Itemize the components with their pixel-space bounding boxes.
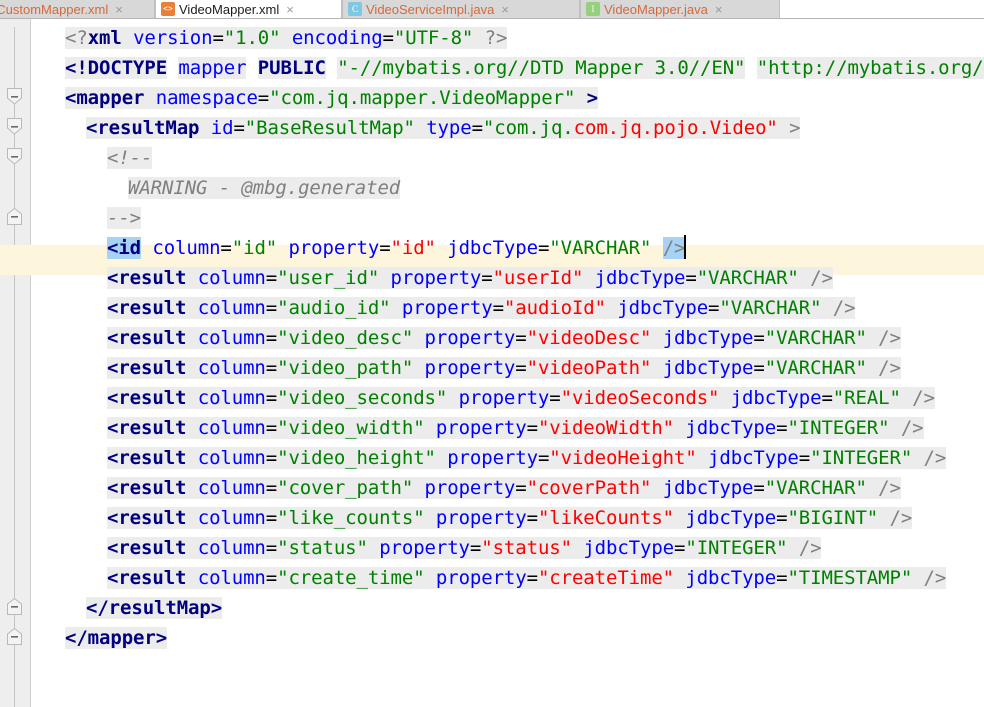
code-line[interactable]: <result column="status" property="status… <box>107 533 822 563</box>
tab-close-icon[interactable]: × <box>286 3 294 16</box>
code-token-group: <result column="video_seconds" property=… <box>107 387 935 409</box>
code-line[interactable]: <!DOCTYPE mapper PUBLIC "-//mybatis.org/… <box>65 53 984 83</box>
code-line[interactable]: <resultMap id="BaseResultMap" type="com.… <box>86 113 801 143</box>
code-token-group: PUBLIC <box>257 57 326 79</box>
code-token-group: <result column="status" property="status… <box>107 537 822 559</box>
code-line[interactable]: --> <box>107 203 141 233</box>
code-token-group: <mapper namespace="com.jq.mapper.VideoMa… <box>65 87 598 109</box>
code-token-group: <!DOCTYPE <box>65 57 168 79</box>
code-token-group: <result column="video_height" property="… <box>107 447 947 469</box>
code-token-group: "-//mybatis.org//DTD Mapper 3.0//EN" <box>337 57 746 79</box>
code-line[interactable]: <mapper namespace="com.jq.mapper.VideoMa… <box>65 83 598 113</box>
code-line[interactable]: <result column="create_time" property="c… <box>107 563 946 593</box>
editor-tab-3[interactable]: I VideoMapper.java × <box>580 0 780 18</box>
fold-marker-icon[interactable] <box>7 148 22 165</box>
code-token-group: <result column="user_id" property="userI… <box>107 267 833 289</box>
java-class-icon: C <box>348 2 362 16</box>
code-line[interactable]: <?xml version="1.0" encoding="UTF-8" ?> <box>65 23 507 53</box>
tab-close-icon[interactable]: × <box>715 3 723 16</box>
code-line[interactable]: </mapper> <box>65 623 167 653</box>
selected-tag-open: <id <box>107 237 142 259</box>
fold-marker-icon[interactable] <box>7 118 22 135</box>
code-token-group: <result column="cover_path" property="co… <box>107 477 901 499</box>
code-line[interactable]: <!-- <box>107 143 152 173</box>
code-token-group: <resultMap id="BaseResultMap" type="com.… <box>86 117 801 139</box>
tab-close-icon[interactable]: × <box>501 3 509 16</box>
code-token-group: </mapper> <box>65 627 168 649</box>
code-line[interactable]: </resultMap> <box>86 593 222 623</box>
gutter-current-line-highlight <box>0 245 31 275</box>
code-line[interactable]: <result column="cover_path" property="co… <box>107 473 901 503</box>
editor-tab-bar: <>oCustomMapper.xml×<>VideoMapper.xml×CV… <box>0 0 984 19</box>
code-token-group: <result column="video_path" property="vi… <box>107 357 901 379</box>
code-line[interactable]: <result column="user_id" property="userI… <box>107 263 833 293</box>
xml-file-icon: <> <box>161 2 175 16</box>
editor-tab-1[interactable]: <> VideoMapper.xml × <box>155 0 342 18</box>
editor-gutter[interactable] <box>0 19 31 707</box>
code-token-group: </resultMap> <box>86 597 223 619</box>
editor-tab-label: VideoMapper.java <box>604 1 708 17</box>
tab-close-icon[interactable]: × <box>115 3 123 16</box>
code-token-group: WARNING - @mbg.generated <box>128 177 401 199</box>
editor-tab-label: oCustomMapper.xml <box>0 1 109 17</box>
code-editor[interactable]: <?xml version="1.0" encoding="UTF-8" ?> <… <box>0 19 984 707</box>
code-line[interactable]: WARNING - @mbg.generated <box>128 173 400 203</box>
fold-marker-icon[interactable] <box>7 208 22 225</box>
selected-tag-close: /> <box>662 237 686 259</box>
editor-tab-label: VideoMapper.xml <box>179 1 280 17</box>
code-line[interactable]: <result column="video_path" property="vi… <box>107 353 901 383</box>
code-line[interactable]: <result column="video_seconds" property=… <box>107 383 935 413</box>
code-token-group: mapper <box>178 57 247 79</box>
code-line[interactable]: <result column="video_width" property="v… <box>107 413 924 443</box>
code-line[interactable]: <result column="audio_id" property="audi… <box>107 293 856 323</box>
code-line[interactable]: <result column="video_height" property="… <box>107 443 946 473</box>
code-token-group: "http://mybatis.org/dtd/myb <box>756 57 984 79</box>
editor-tab-2[interactable]: C VideoServiceImpl.java × <box>342 0 580 18</box>
code-token-group: <result column="video_width" property="v… <box>107 417 924 439</box>
code-text-area[interactable]: <?xml version="1.0" encoding="UTF-8" ?> <… <box>31 19 984 707</box>
fold-marker-icon[interactable] <box>7 88 22 105</box>
code-token-group: <result column="video_desc" property="vi… <box>107 327 901 349</box>
code-line[interactable]: <id column="id" property="id" jdbcType="… <box>107 233 687 263</box>
code-token-group: <result column="like_counts" property="l… <box>107 507 913 529</box>
code-token-group: --> <box>107 207 142 229</box>
code-line[interactable]: <result column="like_counts" property="l… <box>107 503 912 533</box>
text-caret <box>684 235 687 259</box>
code-token-group: <result column="create_time" property="c… <box>107 567 947 589</box>
fold-marker-icon[interactable] <box>7 628 22 645</box>
editor-tab-label: VideoServiceImpl.java <box>366 1 495 17</box>
editor-tab-0[interactable]: <>oCustomMapper.xml× <box>0 0 155 18</box>
code-token-group: <!-- <box>107 147 153 169</box>
java-interface-icon: I <box>586 2 600 16</box>
code-token-group: <?xml version="1.0" encoding="UTF-8" ?> <box>65 27 508 49</box>
code-line[interactable]: <result column="video_desc" property="vi… <box>107 323 901 353</box>
fold-marker-icon[interactable] <box>7 598 22 615</box>
code-token-group: <result column="audio_id" property="audi… <box>107 297 856 319</box>
